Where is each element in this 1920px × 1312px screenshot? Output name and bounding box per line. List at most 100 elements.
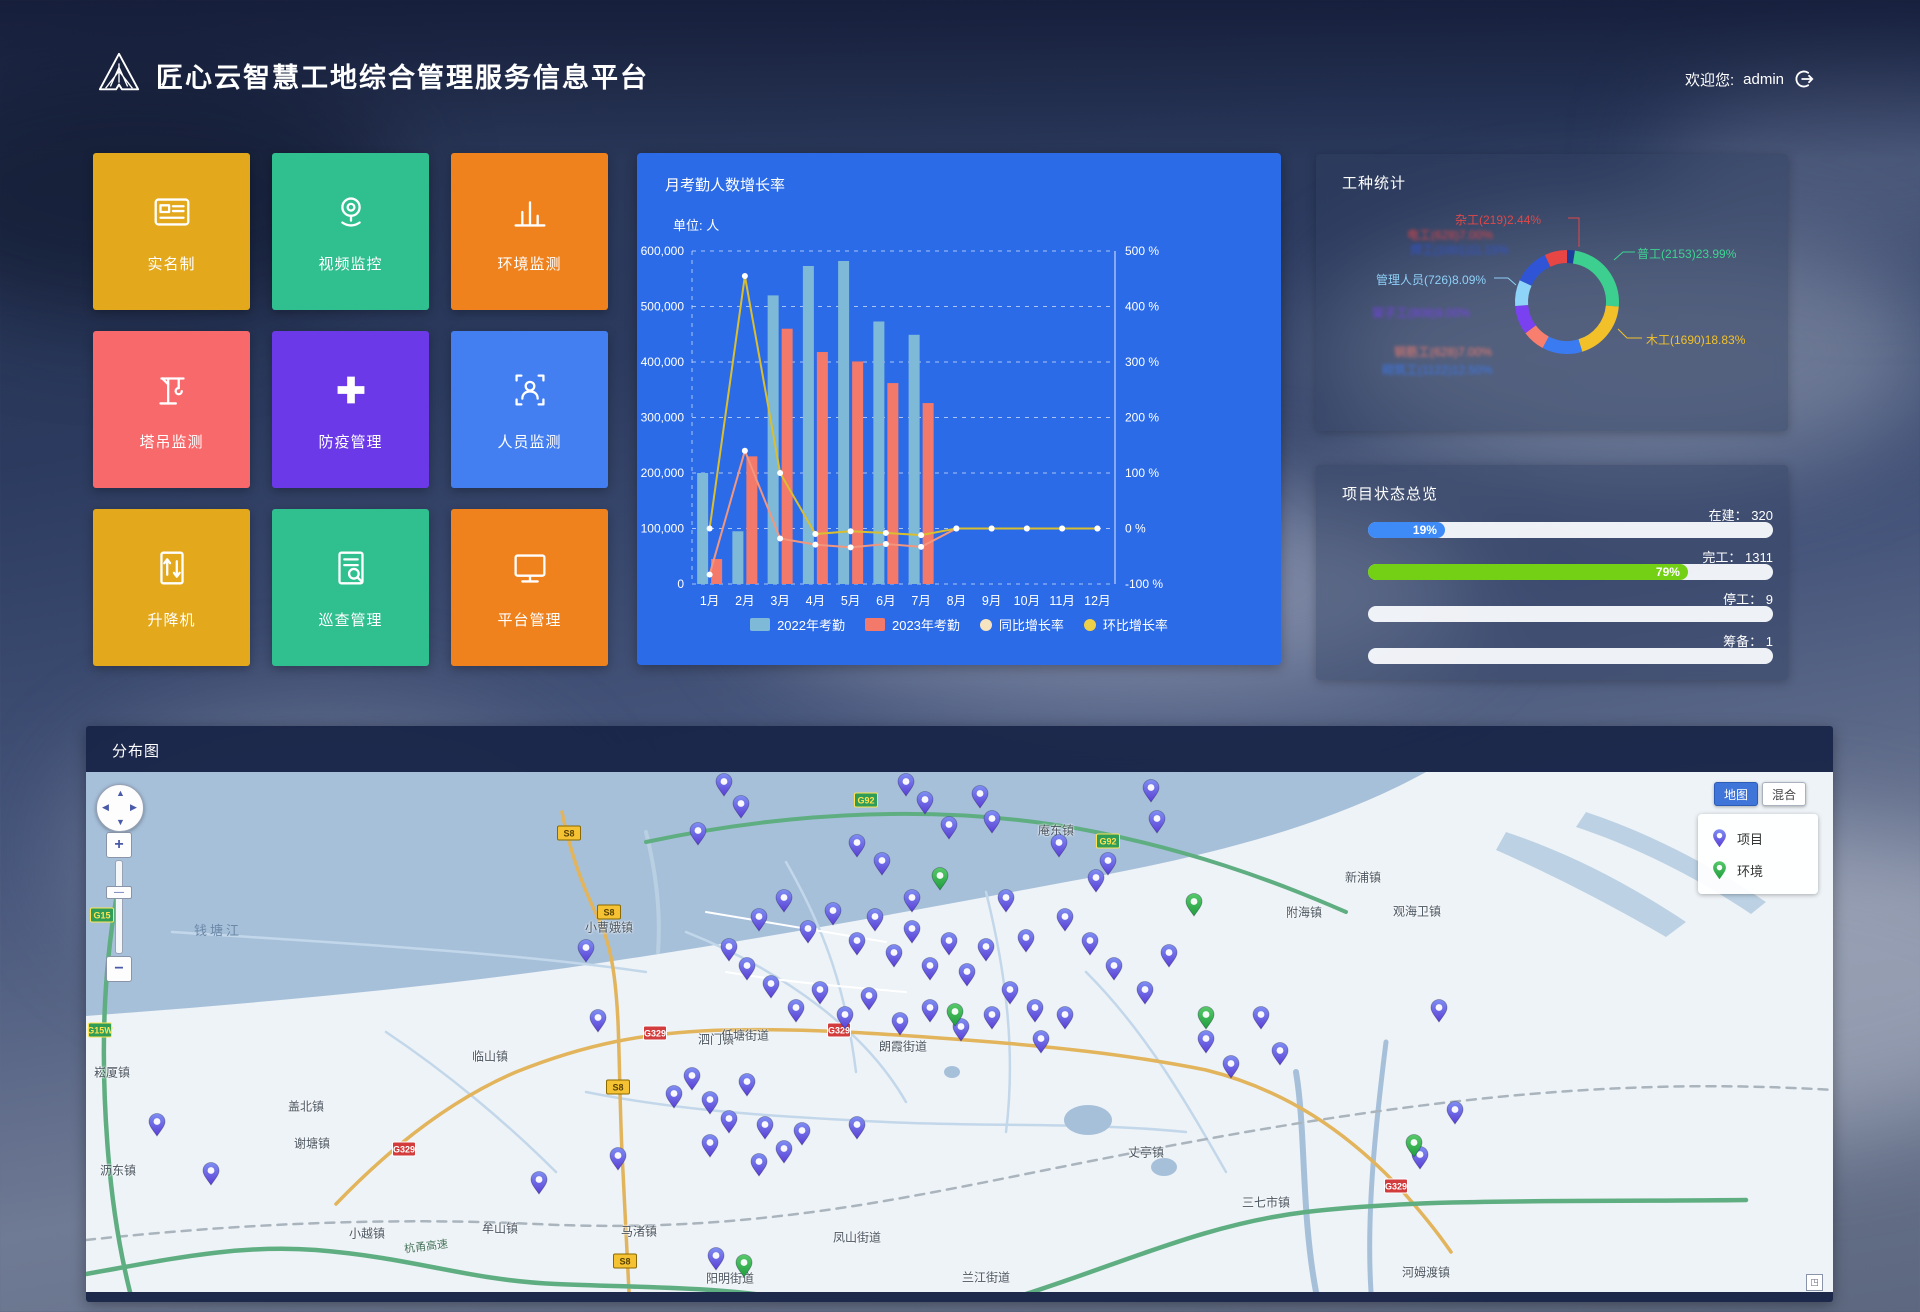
svg-text:300,000: 300,000 bbox=[641, 411, 685, 425]
map-canvas[interactable]: 庵东镇新浦镇附海镇观海卫镇小曹娥镇泗门镇临山镇低塘街道朗霞街道马渚镇牟山镇凤山街… bbox=[86, 772, 1833, 1292]
town-label: 河姆渡镇 bbox=[1402, 1264, 1450, 1281]
map-type-switch: 地图混合 bbox=[1714, 782, 1806, 806]
status-percent: 19% bbox=[1413, 523, 1437, 537]
town-label: 小曹娥镇 bbox=[585, 919, 633, 936]
svg-text:11月: 11月 bbox=[1049, 594, 1074, 608]
tile-camera[interactable]: 视频监控 bbox=[272, 153, 429, 310]
town-label: 临山镇 bbox=[472, 1048, 508, 1065]
module-tile-grid: 实名制 视频监控环境监测塔吊监测 防疫管理人员监测升降机巡查管理平台管理 bbox=[93, 153, 608, 666]
chart-legend: 2022年考勤 2023年考勤 同比增长率 环比增长率 bbox=[637, 615, 1281, 634]
legend-swatch bbox=[865, 618, 885, 631]
tile-label: 实名制 bbox=[147, 253, 195, 274]
svg-text:3月: 3月 bbox=[770, 594, 789, 608]
road-badge: S8 bbox=[606, 1080, 630, 1095]
town-label: 观海卫镇 bbox=[1393, 903, 1441, 920]
donut-label: 砌筑工(1122)12.50% bbox=[1382, 361, 1493, 378]
tile-platform[interactable]: 平台管理 bbox=[451, 509, 608, 666]
road-badge: G15 bbox=[90, 908, 114, 923]
tile-lift[interactable]: 升降机 bbox=[93, 509, 250, 666]
zoom-slider-track[interactable] bbox=[115, 860, 123, 954]
pan-right-icon[interactable]: ▶ bbox=[130, 802, 137, 813]
map-marker-legend: 项目环境 bbox=[1698, 814, 1818, 894]
tile-crane[interactable]: 塔吊监测 bbox=[93, 331, 250, 488]
tile-med-cross[interactable]: 防疫管理 bbox=[272, 331, 429, 488]
tile-inspect[interactable]: 巡查管理 bbox=[272, 509, 429, 666]
donut-label: 架子工(808)9.00% bbox=[1372, 304, 1470, 321]
status-name: 停工 bbox=[1723, 592, 1749, 607]
pan-left-icon[interactable]: ◀ bbox=[102, 802, 109, 813]
svg-text:100 %: 100 % bbox=[1125, 466, 1159, 480]
trade-stats-panel: 工种统计 杂工(219)2.44%普工(2153)23.99%木工(1690)1… bbox=[1316, 154, 1788, 431]
attendance-chart: 600,000500 %500,000400 %400,000300 %300,… bbox=[637, 153, 1281, 665]
zoom-out-button[interactable]: − bbox=[106, 956, 132, 982]
tile-person-scan[interactable]: 人员监测 bbox=[451, 331, 608, 488]
svg-text:0 %: 0 % bbox=[1125, 522, 1146, 536]
svg-text:5月: 5月 bbox=[841, 594, 860, 608]
pan-down-icon[interactable]: ▼ bbox=[116, 817, 125, 827]
tile-env-bars[interactable]: 环境监测 bbox=[451, 153, 608, 310]
road-badge: S8 bbox=[613, 1254, 637, 1269]
crane-icon bbox=[149, 367, 195, 418]
town-label: 小越镇 bbox=[349, 1225, 385, 1242]
svg-text:400,000: 400,000 bbox=[641, 355, 685, 369]
donut-label: 木工(1690)18.83% bbox=[1646, 331, 1745, 348]
legend-item[interactable]: 2022年考勤 bbox=[750, 615, 845, 634]
welcome-label: 欢迎您: bbox=[1685, 69, 1734, 90]
svg-text:6月: 6月 bbox=[876, 594, 895, 608]
map-title: 分布图 bbox=[112, 740, 160, 761]
map-expand-icon[interactable]: ◳ bbox=[1806, 1274, 1823, 1291]
zoom-slider-handle[interactable]: — bbox=[106, 886, 132, 899]
map-titlebar: 分布图 bbox=[86, 726, 1833, 772]
tile-label: 人员监测 bbox=[497, 431, 561, 452]
map-type-button-map[interactable]: 地图 bbox=[1714, 782, 1758, 806]
tile-label: 塔吊监测 bbox=[139, 431, 203, 452]
svg-text:0: 0 bbox=[677, 577, 684, 591]
username: admin bbox=[1743, 71, 1784, 88]
user-area: 欢迎您: admin bbox=[1685, 68, 1815, 90]
road-badge: S8 bbox=[557, 826, 581, 841]
inspect-icon bbox=[328, 545, 374, 596]
legend-item[interactable]: 2023年考勤 bbox=[865, 615, 960, 634]
pan-up-icon[interactable]: ▲ bbox=[116, 788, 125, 798]
svg-text:9月: 9月 bbox=[982, 594, 1001, 608]
map-type-button-hybrid[interactable]: 混合 bbox=[1762, 782, 1806, 806]
town-label: 附海镇 bbox=[1286, 904, 1322, 921]
status-name: 筹备 bbox=[1723, 634, 1749, 649]
status-percent: 79% bbox=[1656, 565, 1680, 579]
env-marker-icon bbox=[1712, 860, 1727, 880]
svg-text:8月: 8月 bbox=[947, 594, 966, 608]
map-pan-control[interactable]: ▲ ▼ ◀ ▶ bbox=[96, 784, 144, 832]
legend-label: 2023年考勤 bbox=[892, 615, 960, 634]
water-label: 钱塘江 bbox=[194, 920, 242, 939]
status-progress-fill: 79% bbox=[1368, 564, 1688, 580]
town-label: 三七市镇 bbox=[1242, 1194, 1290, 1211]
header: 匠心云智慧工地综合管理服务信息平台 欢迎您: admin bbox=[0, 0, 1920, 110]
tile-id-card[interactable]: 实名制 bbox=[93, 153, 250, 310]
status-progress-track: 19% bbox=[1368, 522, 1773, 538]
lift-icon bbox=[149, 545, 195, 596]
map-legend-item[interactable]: 环境 bbox=[1698, 854, 1818, 886]
logout-icon[interactable] bbox=[1793, 68, 1815, 90]
svg-text:600,000: 600,000 bbox=[641, 244, 685, 258]
town-label: 谢塘镇 bbox=[294, 1135, 330, 1152]
road-badge: G329 bbox=[643, 1026, 667, 1041]
town-label: 牟山镇 bbox=[482, 1220, 518, 1237]
town-label: 崧厦镇 bbox=[94, 1064, 130, 1081]
attendance-chart-panel: 月考勤人数增长率 单位: 人 600,000500 %500,000400 %4… bbox=[637, 153, 1281, 665]
legend-item[interactable]: 同比增长率 bbox=[980, 615, 1064, 634]
svg-text:10月: 10月 bbox=[1014, 594, 1040, 608]
svg-text:2月: 2月 bbox=[735, 594, 754, 608]
env-bars-icon bbox=[507, 189, 553, 240]
svg-text:200 %: 200 % bbox=[1125, 411, 1159, 425]
project-status-panel: 项目状态总览 在建： 32019%完工： 131179%停工： 9筹备： 1 bbox=[1316, 465, 1788, 680]
app-logo-icon bbox=[96, 50, 142, 101]
id-card-icon bbox=[149, 189, 195, 240]
legend-label: 同比增长率 bbox=[999, 615, 1064, 634]
map-legend-item[interactable]: 项目 bbox=[1698, 822, 1818, 854]
donut-label: 管理人员(726)8.09% bbox=[1376, 271, 1486, 288]
legend-swatch bbox=[1084, 619, 1096, 631]
svg-text:500,000: 500,000 bbox=[641, 300, 685, 314]
person-scan-icon bbox=[507, 367, 553, 418]
zoom-in-button[interactable]: + bbox=[106, 832, 132, 858]
legend-item[interactable]: 环比增长率 bbox=[1084, 615, 1168, 634]
